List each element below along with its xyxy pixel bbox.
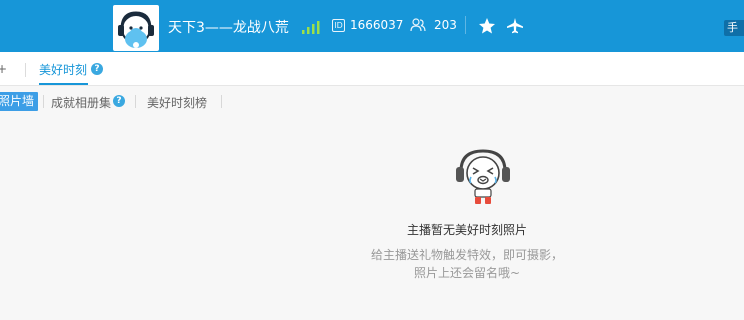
- help-icon[interactable]: ?: [91, 63, 103, 75]
- subtab-divider: [43, 95, 44, 108]
- headphone-mascot-avatar-icon: [115, 7, 157, 49]
- tab-edge-partial[interactable]: +: [0, 62, 7, 76]
- tab-bar: + 美好时刻 ?: [0, 52, 744, 86]
- subtab-divider: [135, 95, 136, 108]
- channel-header: 天下3——龙战八荒 ID 1666037 203 手: [0, 0, 744, 52]
- subtab-divider: [221, 95, 222, 108]
- room-id: 1666037: [350, 18, 404, 32]
- empty-state-description: 照片上还会留名哦~: [413, 266, 521, 280]
- tab-divider: [25, 63, 26, 77]
- help-icon[interactable]: ?: [113, 95, 125, 107]
- tab-beautiful-moments[interactable]: 美好时刻: [39, 61, 87, 78]
- channel-title: 天下3——龙战八荒: [168, 20, 289, 36]
- plane-icon[interactable]: [506, 17, 524, 35]
- subtab-photo-wall[interactable]: 照片墙: [0, 92, 38, 111]
- empty-state-description: 给主播送礼物触发特效，即可摄影，: [370, 248, 563, 262]
- active-tab-indicator: [39, 83, 88, 85]
- id-icon: ID: [332, 19, 345, 32]
- subtab-achievement-albums[interactable]: 成就相册集: [51, 94, 111, 111]
- empty-state-title: 主播暂无美好时刻照片: [406, 223, 527, 237]
- users-icon: [410, 18, 426, 32]
- header-tag-button[interactable]: 手: [724, 20, 744, 36]
- fans-count: 203: [434, 18, 457, 32]
- signal-bars-icon: [302, 21, 320, 34]
- star-icon[interactable]: [478, 17, 496, 35]
- header-divider: [465, 16, 466, 34]
- crying-mascot-headphones-icon: [456, 149, 510, 204]
- avatar[interactable]: [113, 5, 159, 51]
- subtab-moments-ranking[interactable]: 美好时刻榜: [147, 94, 207, 111]
- subtab-bar: 照片墙 成就相册集 ? 美好时刻榜: [0, 87, 744, 113]
